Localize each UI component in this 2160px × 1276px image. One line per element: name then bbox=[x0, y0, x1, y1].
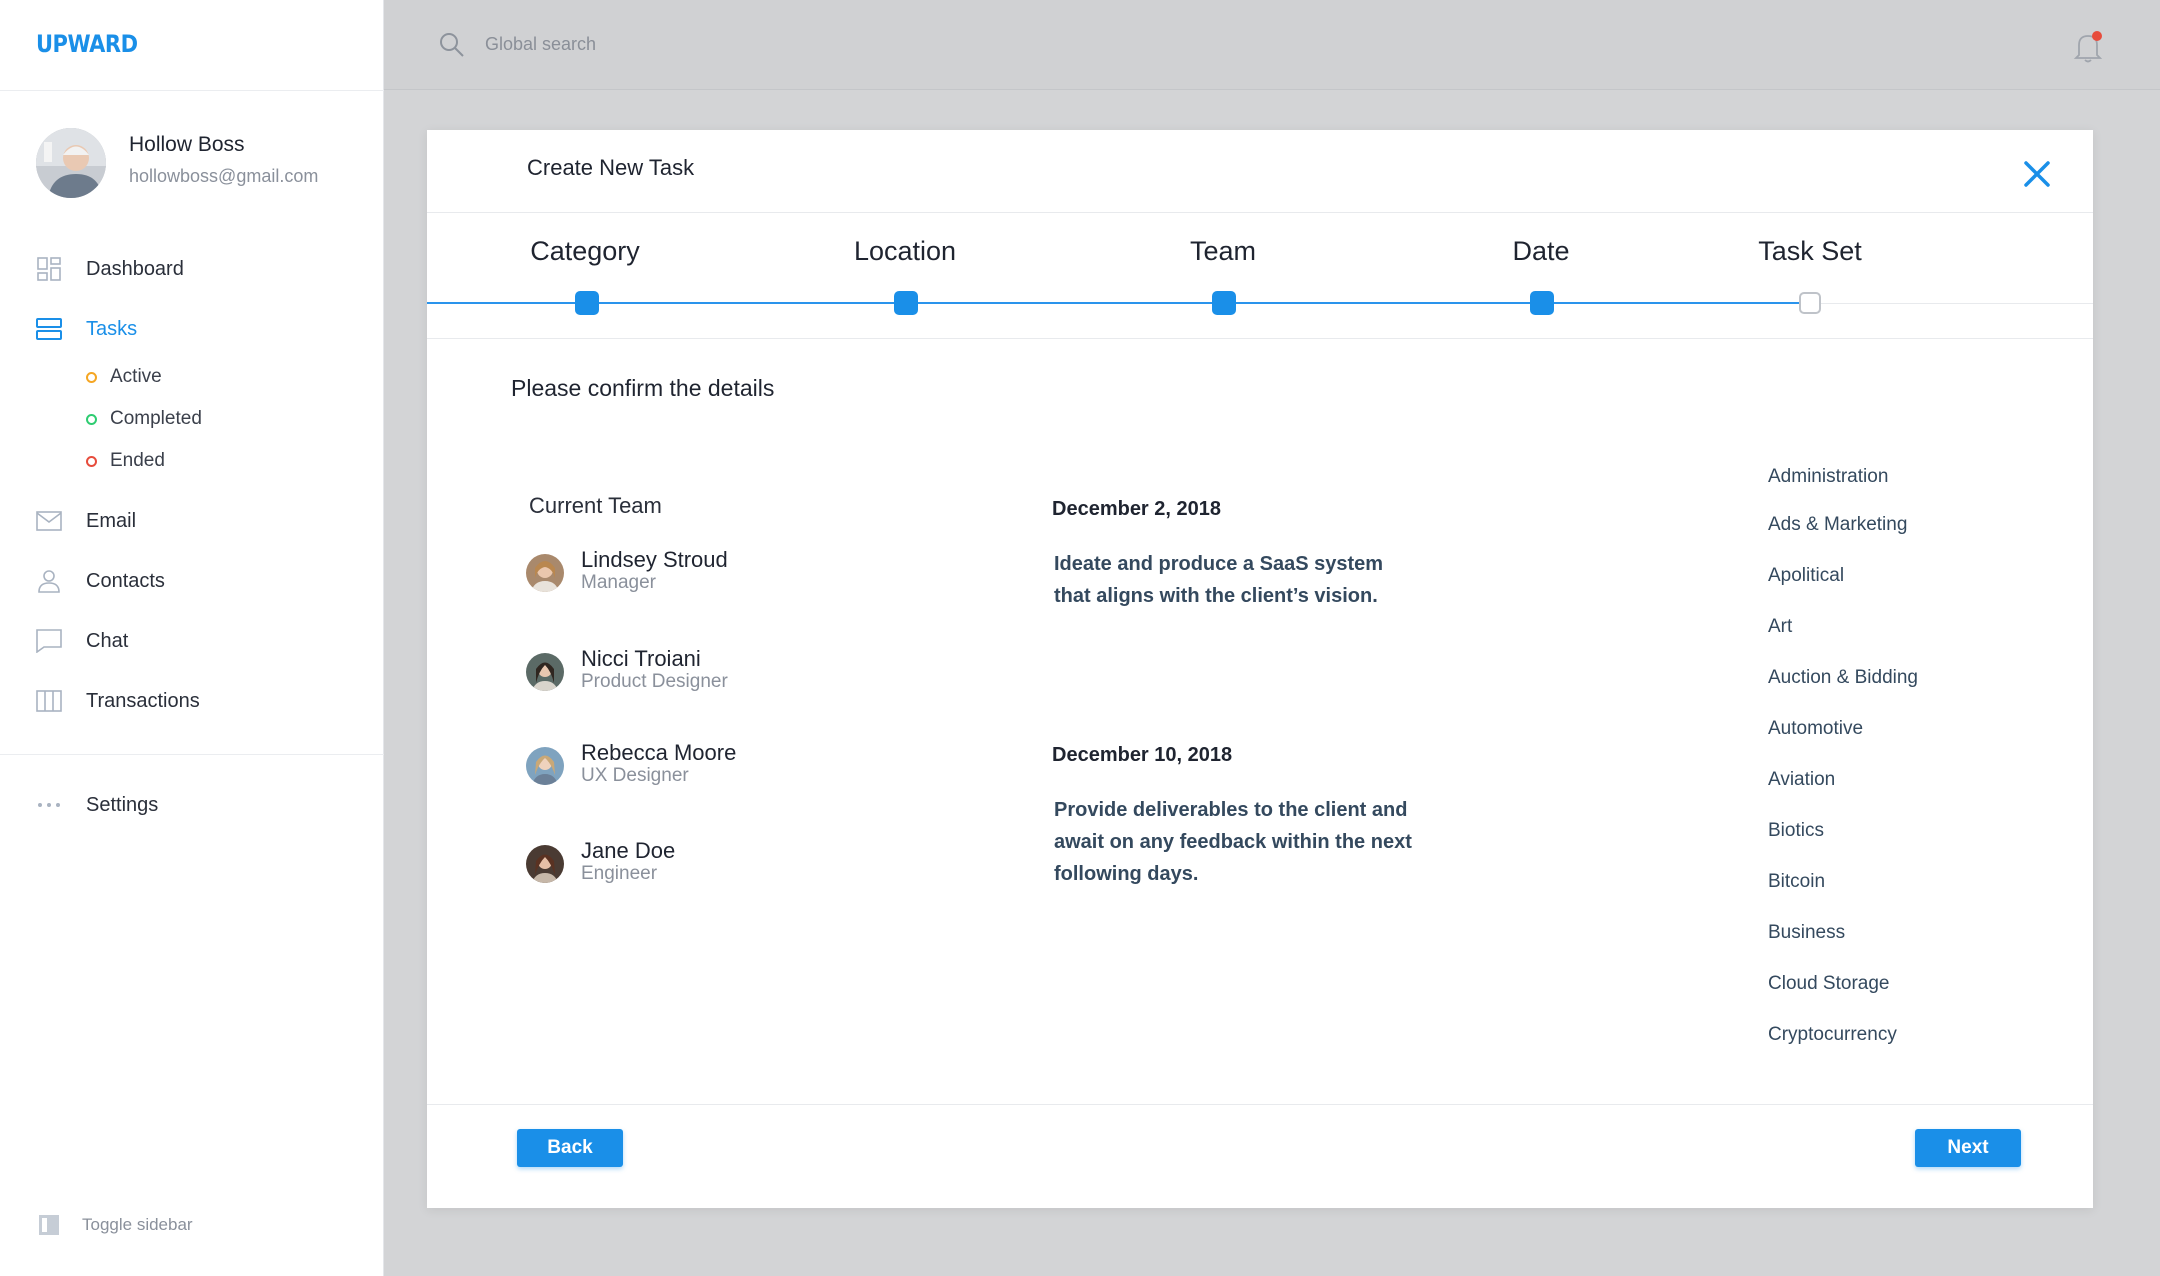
tasks-sub-active[interactable]: Active bbox=[86, 363, 162, 391]
member-name: Jane Doe bbox=[581, 838, 676, 863]
avatar bbox=[526, 845, 564, 883]
back-button[interactable]: Back bbox=[517, 1129, 623, 1167]
toggle-sidebar-button[interactable]: Toggle sidebar bbox=[38, 1214, 193, 1236]
nav-tasks[interactable]: Tasks bbox=[36, 313, 137, 345]
category-item[interactable]: Bitcoin bbox=[1768, 871, 1825, 893]
step-node-pending[interactable] bbox=[1799, 292, 1821, 314]
avatar bbox=[526, 554, 564, 592]
nav-contacts-label: Contacts bbox=[86, 569, 165, 592]
team-member: Lindsey Stroud Manager bbox=[526, 548, 728, 594]
member-name: Lindsey Stroud bbox=[581, 547, 728, 572]
mail-icon bbox=[36, 508, 62, 534]
nav-settings-label: Settings bbox=[86, 793, 159, 816]
search-icon[interactable] bbox=[438, 31, 466, 59]
schedule-description: Provide deliverables to the client and a… bbox=[1054, 799, 1412, 885]
confirm-title: Please confirm the details bbox=[511, 375, 775, 401]
tasks-sub-label: Active bbox=[110, 366, 162, 387]
sidebar: UPWARD Hollow Boss hollowboss@gmail.com … bbox=[0, 0, 384, 1276]
modal-divider bbox=[427, 1104, 2093, 1105]
schedule-date: December 2, 2018 bbox=[1052, 498, 1222, 520]
columns-icon bbox=[36, 688, 62, 714]
tasks-sub-label: Completed bbox=[110, 408, 202, 429]
tasks-icon bbox=[36, 316, 62, 342]
sidebar-divider bbox=[0, 754, 384, 755]
nav-chat-label: Chat bbox=[86, 629, 129, 652]
nav-transactions-label: Transactions bbox=[86, 689, 200, 712]
user-icon bbox=[36, 568, 62, 594]
tasks-sub-completed[interactable]: Completed bbox=[86, 405, 202, 433]
category-item[interactable]: Cloud Storage bbox=[1768, 973, 1889, 995]
user-email: hollowboss@gmail.com bbox=[129, 166, 319, 186]
category-item[interactable]: Apolitical bbox=[1768, 565, 1844, 587]
sidebar-toggle-icon bbox=[38, 1214, 60, 1236]
member-name: Nicci Troiani bbox=[581, 646, 701, 671]
nav-email[interactable]: Email bbox=[36, 505, 136, 537]
member-role: Product Designer bbox=[581, 671, 728, 692]
avatar bbox=[526, 653, 564, 691]
app-logo[interactable]: UPWARD bbox=[36, 30, 138, 58]
chat-icon bbox=[36, 628, 62, 654]
nav-chat[interactable]: Chat bbox=[36, 625, 128, 657]
nav-settings[interactable]: Settings bbox=[36, 789, 158, 821]
nav-dashboard-label: Dashboard bbox=[86, 257, 184, 280]
category-item[interactable]: Cryptocurrency bbox=[1768, 1024, 1897, 1046]
modal-title: Create New Task bbox=[527, 155, 695, 180]
stepper-remaining-line bbox=[1807, 303, 2093, 304]
global-search-input[interactable] bbox=[485, 30, 885, 58]
category-item[interactable]: Aviation bbox=[1768, 769, 1835, 791]
step-node-done[interactable] bbox=[1530, 291, 1554, 315]
modal-divider bbox=[427, 338, 2093, 339]
close-modal-button[interactable] bbox=[2017, 154, 2057, 194]
step-node-done[interactable] bbox=[575, 291, 599, 315]
toggle-sidebar-label: Toggle sidebar bbox=[82, 1215, 193, 1234]
category-item[interactable]: Automotive bbox=[1768, 718, 1863, 740]
nav-transactions[interactable]: Transactions bbox=[36, 685, 200, 717]
schedule-description: Ideate and produce a SaaS system that al… bbox=[1054, 553, 1384, 607]
status-dot-icon bbox=[86, 413, 97, 425]
category-item[interactable]: Biotics bbox=[1768, 820, 1824, 842]
category-item[interactable]: Auction & Bidding bbox=[1768, 667, 1918, 689]
step-node-done[interactable] bbox=[1212, 291, 1236, 315]
team-member: Rebecca Moore UX Designer bbox=[526, 741, 736, 787]
team-member: Nicci Troiani Product Designer bbox=[526, 647, 728, 693]
nav-email-label: Email bbox=[86, 509, 137, 532]
tasks-sub-ended[interactable]: Ended bbox=[86, 447, 165, 475]
category-item[interactable]: Art bbox=[1768, 616, 1792, 638]
nav-contacts[interactable]: Contacts bbox=[36, 565, 165, 597]
close-icon bbox=[2024, 161, 2050, 187]
schedule-date: December 10, 2018 bbox=[1052, 744, 1233, 766]
step-task-set[interactable]: Task Set bbox=[1758, 236, 1862, 267]
category-item[interactable]: Business bbox=[1768, 922, 1845, 944]
tasks-sub-label: Ended bbox=[110, 450, 165, 471]
modal-divider bbox=[427, 212, 2093, 213]
user-avatar[interactable] bbox=[36, 128, 106, 198]
team-member: Jane Doe Engineer bbox=[526, 839, 675, 885]
more-dots-icon bbox=[36, 792, 62, 818]
sidebar-divider bbox=[0, 90, 384, 91]
status-dot-icon bbox=[86, 455, 97, 467]
user-name: Hollow Boss bbox=[129, 133, 245, 156]
step-location[interactable]: Location bbox=[854, 236, 956, 267]
status-dot-icon bbox=[86, 371, 97, 383]
member-name: Rebecca Moore bbox=[581, 740, 737, 765]
notification-bell-icon[interactable] bbox=[2072, 30, 2104, 64]
category-item[interactable]: Administration bbox=[1768, 466, 1888, 488]
step-team[interactable]: Team bbox=[1190, 236, 1256, 267]
step-category[interactable]: Category bbox=[530, 236, 640, 267]
team-title: Current Team bbox=[529, 493, 662, 518]
category-item[interactable]: Ads & Marketing bbox=[1768, 514, 1907, 536]
next-button[interactable]: Next bbox=[1915, 1129, 2021, 1167]
dashboard-icon bbox=[36, 256, 62, 282]
avatar bbox=[526, 747, 564, 785]
member-role: Manager bbox=[581, 572, 656, 593]
member-role: UX Designer bbox=[581, 765, 689, 786]
create-task-modal: Create New Task Category Location Team D… bbox=[427, 130, 2093, 1208]
step-date[interactable]: Date bbox=[1512, 236, 1569, 267]
stepper-progress-line bbox=[427, 302, 1807, 304]
step-node-done[interactable] bbox=[894, 291, 918, 315]
member-role: Engineer bbox=[581, 863, 658, 884]
nav-dashboard[interactable]: Dashboard bbox=[36, 253, 184, 285]
nav-tasks-label: Tasks bbox=[86, 317, 138, 340]
